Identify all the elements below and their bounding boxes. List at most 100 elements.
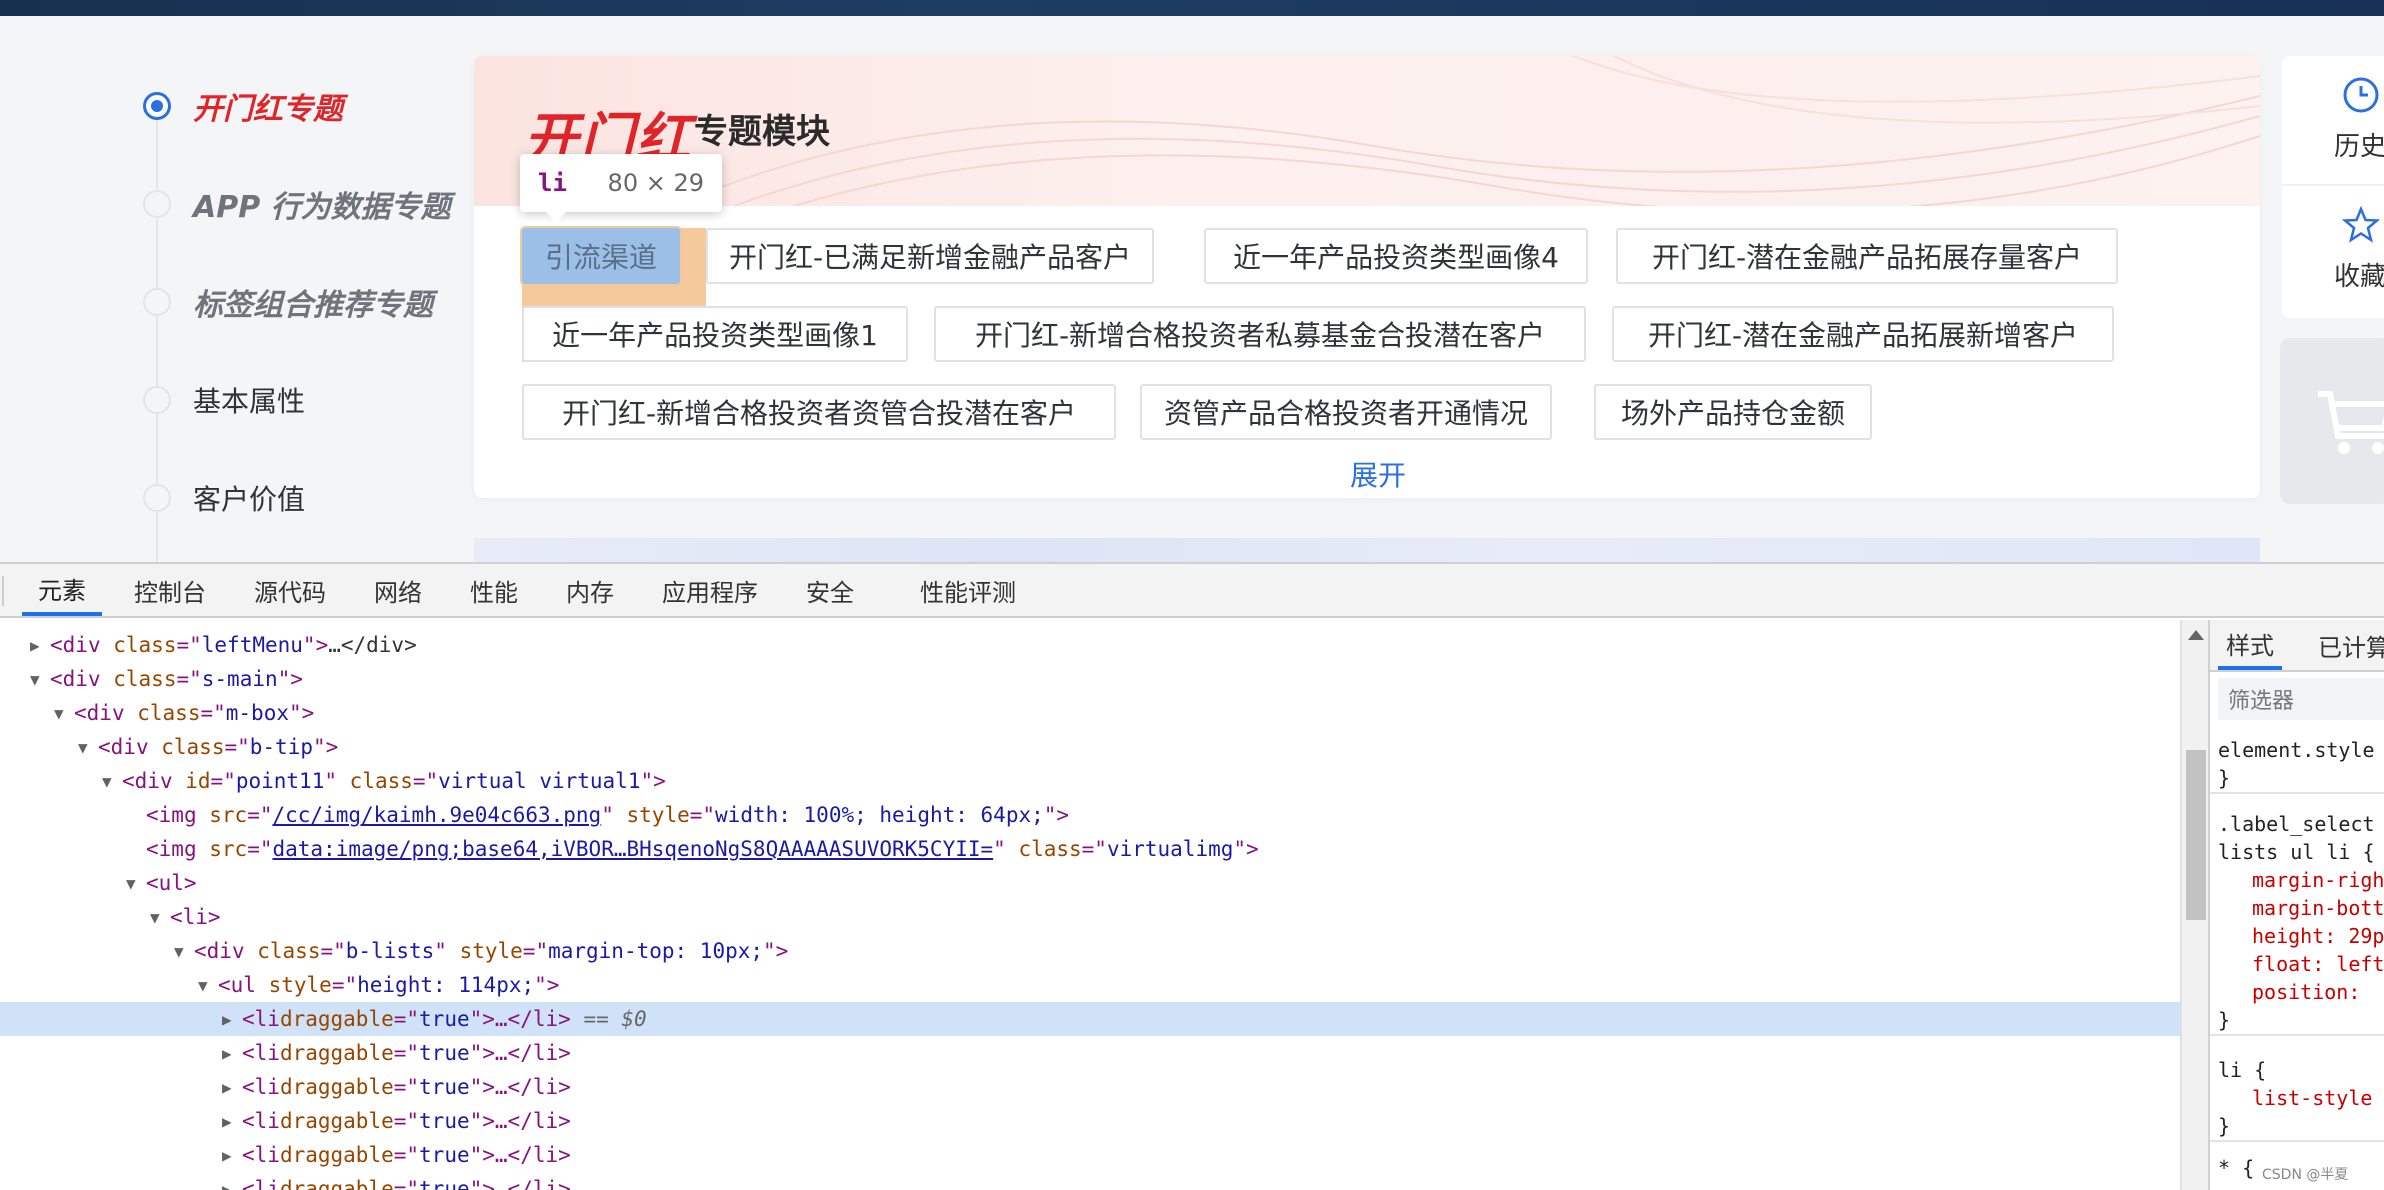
dom-node[interactable]: ▶<li draggable="true">…</li> bbox=[0, 1036, 2180, 1070]
tag-item[interactable]: 场外产品持仓金额 bbox=[1594, 384, 1872, 440]
tab-memory[interactable]: 内存 bbox=[566, 564, 614, 616]
menu-item-label: APP 行为数据专题 bbox=[193, 182, 451, 226]
top-nav-bar bbox=[0, 0, 2384, 16]
dom-node[interactable]: ▼<ul> bbox=[0, 866, 2180, 900]
style-property[interactable]: margin-right bbox=[2210, 866, 2384, 894]
dom-node[interactable]: ▼<div class="b-lists" style="margin-top:… bbox=[0, 934, 2180, 968]
tab-lighthouse[interactable]: 性能评测 bbox=[920, 564, 1016, 616]
style-selector: element.style { bbox=[2210, 736, 2384, 764]
dom-scrollbar[interactable] bbox=[2180, 620, 2208, 1190]
src-link[interactable]: /cc/img/kaimh.9e04c663.png bbox=[272, 803, 601, 827]
style-property[interactable]: list-style bbox=[2210, 1084, 2384, 1112]
tab-styles[interactable]: 样式 bbox=[2218, 620, 2282, 670]
dom-node[interactable]: <img src="/cc/img/kaimh.9e04c663.png" st… bbox=[0, 798, 2180, 832]
style-close: } bbox=[2210, 764, 2384, 792]
history-label: 历史 bbox=[2334, 126, 2384, 163]
collapse-triangle-icon[interactable]: ▼ bbox=[78, 738, 98, 757]
tab-application[interactable]: 应用程序 bbox=[662, 564, 758, 616]
tab-computed[interactable]: 已计算 bbox=[2318, 620, 2384, 670]
tab-console[interactable]: 控制台 bbox=[134, 564, 206, 616]
collapse-triangle-icon[interactable]: ▼ bbox=[102, 772, 122, 791]
collapse-triangle-icon[interactable]: ▼ bbox=[174, 942, 194, 961]
style-selector: .label_select bbox=[2210, 810, 2384, 838]
dom-node[interactable]: ▼<div class="m-box"> bbox=[0, 696, 2180, 730]
dom-node[interactable]: <img src="data:image/png;base64,iVBOR…BH… bbox=[0, 832, 2180, 866]
radio-icon bbox=[143, 288, 171, 316]
tag-item[interactable]: 资管产品合格投资者开通情况 bbox=[1140, 384, 1552, 440]
dom-node[interactable]: ▼<li> bbox=[0, 900, 2180, 934]
expand-triangle-icon[interactable]: ▶ bbox=[222, 1180, 242, 1190]
expand-triangle-icon[interactable]: ▶ bbox=[222, 1044, 242, 1063]
tag-item[interactable]: 开门红-新增合格投资者私募基金合投潜在客户 bbox=[934, 306, 1586, 362]
style-close: } bbox=[2210, 1006, 2384, 1034]
styles-pane: 样式 已计算 筛选器 element.style { } .label_sele… bbox=[2208, 620, 2384, 1190]
collapse-triangle-icon[interactable]: ▼ bbox=[126, 874, 146, 893]
cart-button[interactable] bbox=[2280, 338, 2384, 504]
cart-icon bbox=[2314, 382, 2384, 462]
expand-triangle-icon[interactable]: ▶ bbox=[222, 1146, 242, 1165]
collapse-triangle-icon[interactable]: ▼ bbox=[150, 908, 170, 927]
next-section-strip bbox=[474, 538, 2260, 562]
tab-sources[interactable]: 源代码 bbox=[254, 564, 326, 616]
tag-item[interactable]: 开门红-潜在金融产品拓展新增客户 bbox=[1612, 306, 2114, 362]
dom-node[interactable]: ▶<li draggable="true">…</li> bbox=[0, 1172, 2180, 1190]
topic-banner: 开门红 专题模块 bbox=[474, 56, 2260, 206]
expand-triangle-icon[interactable]: ▶ bbox=[222, 1078, 242, 1097]
style-property[interactable]: margin-bottom bbox=[2210, 894, 2384, 922]
clock-icon bbox=[2342, 76, 2380, 114]
tag-item[interactable]: 引流渠道 bbox=[522, 228, 680, 284]
right-quick-panel: 历史 收藏 bbox=[2282, 56, 2384, 318]
dom-node[interactable]: ▶<li draggable="true">…</li> bbox=[0, 1138, 2180, 1172]
src-link[interactable]: data:image/png;base64,iVBOR…BHsqenoNgS8Q… bbox=[272, 837, 993, 861]
collapse-triangle-icon[interactable]: ▼ bbox=[54, 704, 74, 723]
menu-item-basic-attributes[interactable]: 基本属性 bbox=[143, 380, 305, 420]
watermark: CSDN @半夏 bbox=[2262, 1164, 2348, 1184]
tag-item[interactable]: 近一年产品投资类型画像4 bbox=[1204, 228, 1588, 284]
menu-item-label: 客户价值 bbox=[193, 478, 305, 518]
menu-item-label: 开门红专题 bbox=[193, 84, 343, 128]
menu-item-app-behavior[interactable]: APP 行为数据专题 bbox=[143, 184, 451, 224]
dom-node[interactable]: ▼<div class="b-tip"> bbox=[0, 730, 2180, 764]
style-close: } bbox=[2210, 1112, 2384, 1140]
expand-triangle-icon[interactable]: ▶ bbox=[30, 636, 50, 655]
menu-item-kaimenhong[interactable]: 开门红专题 bbox=[143, 86, 343, 126]
expand-triangle-icon[interactable]: ▶ bbox=[222, 1010, 242, 1029]
styles-filter-input[interactable]: 筛选器 bbox=[2218, 678, 2384, 720]
style-property[interactable]: height: 29px bbox=[2210, 922, 2384, 950]
style-property[interactable]: position: bbox=[2210, 978, 2384, 1006]
dom-node-selected[interactable]: ▶<li draggable="true">…</li> == $0 bbox=[0, 1002, 2180, 1036]
menu-item-customer-value[interactable]: 客户价值 bbox=[143, 478, 305, 518]
devtools-tab-bar: 元素 控制台 源代码 网络 性能 内存 应用程序 安全 性能评测 bbox=[0, 564, 2384, 618]
menu-item-tag-combo[interactable]: 标签组合推荐专题 bbox=[143, 282, 433, 322]
expand-triangle-icon[interactable]: ▶ bbox=[222, 1112, 242, 1131]
tab-network[interactable]: 网络 bbox=[374, 564, 422, 616]
dom-node[interactable]: ▼<div id="point11" class="virtual virtua… bbox=[0, 764, 2180, 798]
element-inspect-tooltip: li 80 × 29 bbox=[520, 154, 722, 212]
expand-link[interactable]: 展开 bbox=[1350, 454, 1406, 494]
tag-item[interactable]: 开门红-潜在金融产品拓展存量客户 bbox=[1616, 228, 2118, 284]
scroll-thumb[interactable] bbox=[2186, 750, 2206, 920]
tag-item[interactable]: 开门红-新增合格投资者资管合投潜在客户 bbox=[522, 384, 1116, 440]
tab-security[interactable]: 安全 bbox=[806, 564, 854, 616]
radio-icon bbox=[143, 190, 171, 218]
tab-performance[interactable]: 性能 bbox=[470, 564, 518, 616]
tag-item[interactable]: 开门红-已满足新增金融产品客户 bbox=[706, 228, 1154, 284]
favorite-button[interactable]: 收藏 bbox=[2282, 186, 2384, 316]
history-button[interactable]: 历史 bbox=[2282, 56, 2384, 186]
dom-node[interactable]: ▼<div class="s-main"> bbox=[0, 662, 2180, 696]
style-selector: li { bbox=[2210, 1056, 2384, 1084]
dom-node[interactable]: ▶<li draggable="true">…</li> bbox=[0, 1104, 2180, 1138]
radio-icon bbox=[143, 484, 171, 512]
tag-item[interactable]: 近一年产品投资类型画像1 bbox=[522, 306, 908, 362]
star-icon bbox=[2342, 206, 2380, 244]
style-property[interactable]: float: left bbox=[2210, 950, 2384, 978]
dom-node[interactable]: ▼<ul style="height: 114px;"> bbox=[0, 968, 2180, 1002]
scroll-up-arrow-icon[interactable] bbox=[2188, 630, 2204, 640]
collapse-triangle-icon[interactable]: ▼ bbox=[198, 976, 218, 995]
dom-node[interactable]: ▶<div class="leftMenu">…</div> bbox=[0, 628, 2180, 662]
tab-elements[interactable]: 元素 bbox=[22, 564, 102, 616]
style-selector: lists ul li { bbox=[2210, 838, 2384, 866]
dom-node[interactable]: ▶<li draggable="true">…</li> bbox=[0, 1070, 2180, 1104]
collapse-triangle-icon[interactable]: ▼ bbox=[30, 670, 50, 689]
style-rule-li: .label_select lists ul li { margin-right… bbox=[2210, 810, 2384, 1036]
